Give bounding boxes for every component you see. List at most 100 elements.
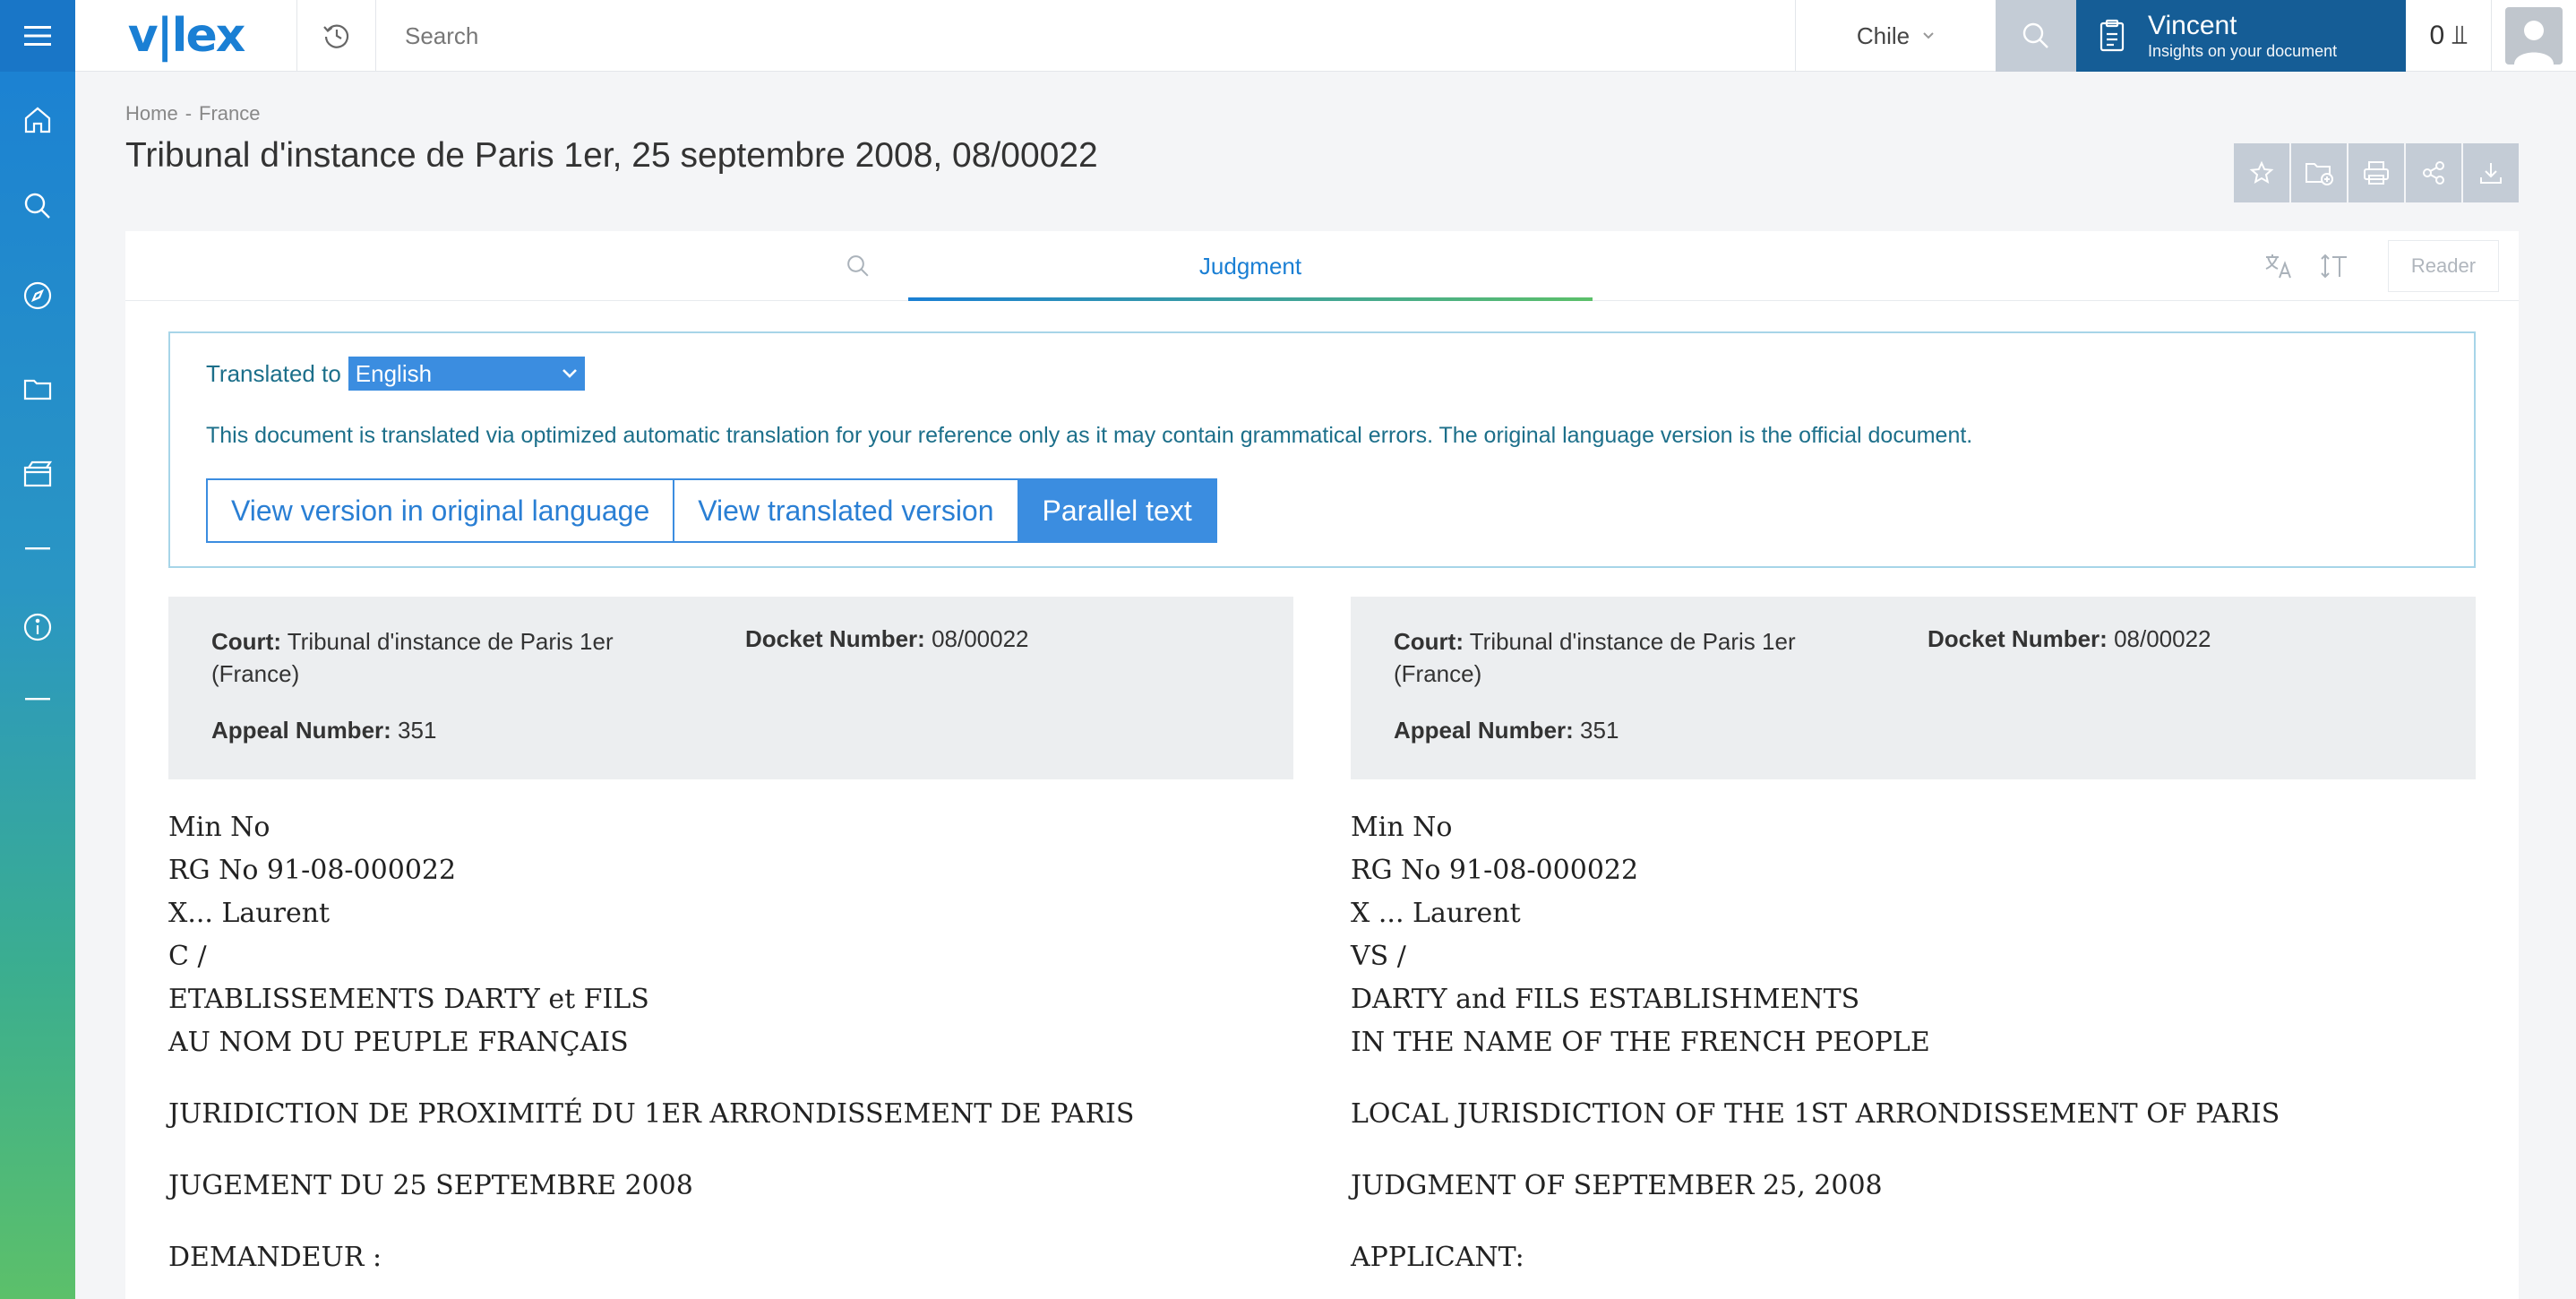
breadcrumb-separator: - bbox=[185, 102, 193, 125]
vlex-logo[interactable]: v|lex bbox=[75, 0, 297, 72]
text-line: Min No bbox=[1351, 812, 1453, 843]
docket-label: Docket Number: bbox=[745, 625, 925, 652]
vincent-subtitle: Insights on your document bbox=[2148, 42, 2338, 60]
credits-counter[interactable]: 0 ⫫ bbox=[2406, 0, 2492, 72]
docket-value: 08/00022 bbox=[2114, 625, 2211, 652]
text-paragraph: JUGEMENT DU 25 SEPTEMBRE 2008 bbox=[168, 1170, 693, 1201]
text-paragraph: LOCAL JURISDICTION OF THE 1ST ARRONDISSE… bbox=[1351, 1098, 2280, 1130]
breadcrumb: Home - France bbox=[125, 102, 268, 125]
dash-icon[interactable] bbox=[0, 512, 75, 584]
text-size-icon bbox=[2321, 254, 2347, 279]
text-line: DARTY and FILS ESTABLISHMENTS bbox=[1351, 984, 1860, 1015]
search-button[interactable] bbox=[1996, 0, 2076, 72]
vincent-insights-button[interactable]: Vincent Insights on your document bbox=[2076, 0, 2406, 72]
chevron-down-icon bbox=[562, 369, 577, 378]
court-label: Court: bbox=[211, 628, 281, 655]
breadcrumb-france[interactable]: France bbox=[199, 102, 260, 125]
menu-icon[interactable] bbox=[0, 0, 75, 72]
text-line: X... Laurent bbox=[168, 898, 331, 929]
breadcrumb-home[interactable]: Home bbox=[125, 102, 178, 125]
appeal-field: Appeal Number: 351 bbox=[211, 717, 436, 744]
appeal-field: Appeal Number: 351 bbox=[1394, 717, 1619, 744]
view-translated-button[interactable]: View translated version bbox=[674, 478, 1019, 543]
text-line: IN THE NAME OF THE FRENCH PEOPLE bbox=[1351, 1027, 1930, 1058]
star-icon bbox=[2249, 160, 2274, 185]
text-line: Min No bbox=[168, 812, 270, 843]
info-icon[interactable] bbox=[0, 591, 75, 663]
favorite-button[interactable] bbox=[2234, 143, 2289, 202]
top-bar: v|lex Chile Vincent Insights on your doc… bbox=[75, 0, 2576, 72]
history-icon bbox=[322, 24, 348, 48]
document-metadata-translated: Court: Tribunal d'instance de Paris 1er … bbox=[1351, 597, 2476, 779]
text-line: RG No 91-08-000022 bbox=[1351, 855, 1639, 886]
docket-label: Docket Number: bbox=[1928, 625, 2108, 652]
text-paragraph: APPLICANT: bbox=[1351, 1242, 1524, 1273]
text-paragraph: JURIDICTION DE PROXIMITÉ DU 1ER ARRONDIS… bbox=[168, 1098, 1135, 1130]
docket-field: Docket Number: 08/00022 bbox=[745, 625, 1029, 653]
translation-disclaimer: This document is translated via optimize… bbox=[206, 423, 1973, 448]
search-icon[interactable] bbox=[0, 170, 75, 242]
docket-field: Docket Number: 08/00022 bbox=[1928, 625, 2211, 653]
user-menu[interactable] bbox=[2492, 0, 2576, 72]
text-line: AU NOM DU PEUPLE FRANÇAIS bbox=[168, 1027, 629, 1058]
appeal-label: Appeal Number: bbox=[211, 717, 391, 744]
text-line: RG No 91-08-000022 bbox=[168, 855, 457, 886]
page-title: Tribunal d'instance de Paris 1er, 25 sep… bbox=[125, 136, 1098, 175]
save-to-folder-button[interactable] bbox=[2291, 143, 2347, 202]
compass-icon[interactable] bbox=[0, 260, 75, 331]
translate-button[interactable] bbox=[2255, 244, 2302, 288]
print-button[interactable] bbox=[2348, 143, 2404, 202]
reader-mode-button[interactable]: Reader bbox=[2388, 240, 2499, 292]
text-line: X ... Laurent bbox=[1351, 898, 1521, 929]
language-select[interactable]: English bbox=[348, 357, 585, 391]
share-button[interactable] bbox=[2406, 143, 2461, 202]
translate-icon bbox=[2265, 254, 2291, 279]
clipboard-icon bbox=[2099, 19, 2125, 52]
translated-text-column: Min No RG No 91-08-000022 X ... Laurent … bbox=[1351, 806, 2476, 1279]
left-sidebar bbox=[0, 0, 75, 1299]
country-selector[interactable]: Chile bbox=[1795, 0, 1996, 72]
download-icon bbox=[2480, 163, 2502, 184]
country-label: Chile bbox=[1856, 22, 1911, 49]
document-toolbar bbox=[2234, 143, 2519, 202]
docket-value: 08/00022 bbox=[932, 625, 1029, 652]
court-field: Court: Tribunal d'instance de Paris 1er … bbox=[1394, 625, 1877, 690]
chevron-down-icon bbox=[1923, 32, 1934, 39]
translated-to-label: Translated to bbox=[206, 359, 341, 387]
font-size-button[interactable] bbox=[2311, 244, 2357, 288]
share-icon bbox=[2423, 161, 2444, 185]
text-paragraph: JUDGMENT OF SEPTEMBER 25, 2008 bbox=[1351, 1170, 1883, 1201]
vincent-title: Vincent bbox=[2148, 11, 2237, 40]
translation-panel: Translated to English This document is t… bbox=[168, 331, 2476, 568]
version-toggle-group: View version in original language View t… bbox=[206, 478, 1217, 543]
video-icon[interactable] bbox=[0, 439, 75, 511]
text-line: C / bbox=[168, 941, 207, 972]
appeal-value: 351 bbox=[398, 717, 437, 744]
avatar bbox=[2505, 7, 2563, 65]
document-metadata-original: Court: Tribunal d'instance de Paris 1er … bbox=[168, 597, 1293, 779]
search-icon bbox=[2022, 22, 2048, 48]
document-tabs: Judgment Reader bbox=[125, 231, 2519, 301]
appeal-label: Appeal Number: bbox=[1394, 717, 1574, 744]
parallel-text-button[interactable]: Parallel text bbox=[1018, 478, 1217, 543]
appeal-value: 351 bbox=[1580, 717, 1619, 744]
court-field: Court: Tribunal d'instance de Paris 1er … bbox=[211, 625, 695, 690]
download-button[interactable] bbox=[2463, 143, 2519, 202]
text-line: ETABLISSEMENTS DARTY et FILS bbox=[168, 984, 649, 1015]
tab-search-in-document[interactable] bbox=[815, 231, 901, 301]
folder-icon[interactable] bbox=[0, 353, 75, 425]
language-select-value: English bbox=[355, 359, 433, 387]
dash-icon[interactable] bbox=[0, 663, 75, 735]
search-icon bbox=[847, 255, 869, 277]
view-original-button[interactable]: View version in original language bbox=[206, 478, 675, 543]
print-icon bbox=[2364, 161, 2389, 185]
tab-judgment[interactable]: Judgment bbox=[908, 231, 1593, 301]
original-text-column: Min No RG No 91-08-000022 X... Laurent C… bbox=[168, 806, 1293, 1279]
search-input[interactable] bbox=[376, 0, 1795, 72]
user-icon bbox=[2514, 21, 2554, 65]
home-icon[interactable] bbox=[0, 84, 75, 156]
court-label: Court: bbox=[1394, 628, 1464, 655]
document-panel: Judgment Reader Translated to English Th… bbox=[125, 231, 2519, 1299]
folder-add-icon bbox=[2306, 163, 2333, 185]
history-button[interactable] bbox=[297, 0, 376, 72]
